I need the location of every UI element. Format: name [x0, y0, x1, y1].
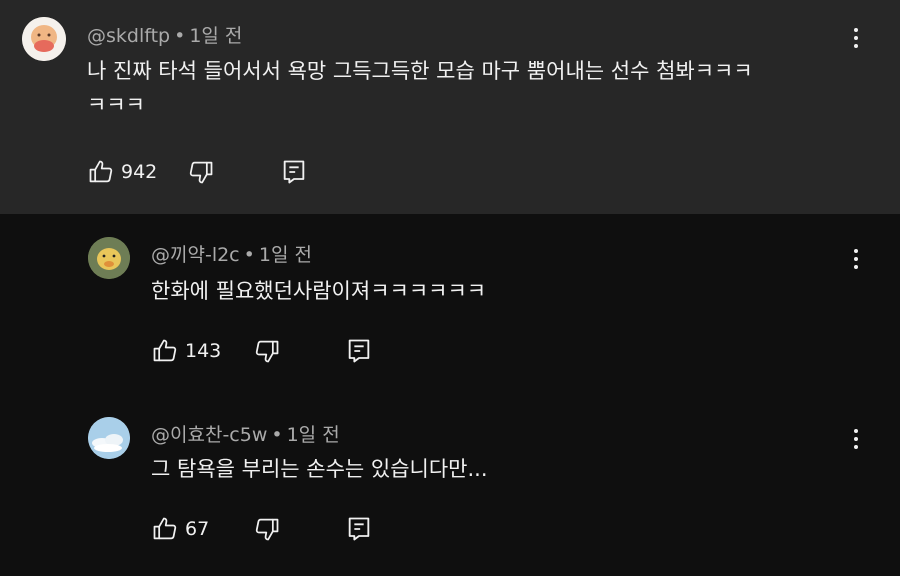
avatar[interactable] — [88, 237, 130, 279]
thumb-down-icon — [253, 515, 281, 543]
author-name[interactable]: @끼약-l2c — [151, 244, 240, 266]
timestamp[interactable]: 1일 전 — [287, 424, 340, 446]
like-button[interactable]: 67 — [151, 515, 209, 543]
comment-text-line: 나 진짜 타석 들어서서 욕망 그득그득한 모습 마구 뿜어내는 선수 첨봐ㅋㅋ… — [87, 59, 753, 83]
thumb-up-icon — [151, 515, 179, 543]
comment-actions: 143 — [151, 337, 391, 367]
comment-actions: 67 — [151, 515, 391, 545]
comment-thread: @skdlftp • 1일 전 나 진짜 타석 들어서서 욕망 그득그득한 모습 마… — [0, 0, 900, 214]
comment-text-line: 한화에 필요했던사람이져ㅋㅋㅋㅋㅋㅋ — [151, 279, 487, 303]
dislike-button[interactable] — [187, 158, 215, 186]
author-name[interactable]: @이효찬-c5w — [151, 424, 267, 446]
reply-comment: @이효찬-c5w • 1일 전 그 탐욕을 부리는 손수는 있습니다만... 67 — [0, 394, 900, 576]
like-button[interactable]: 143 — [151, 337, 221, 365]
reply-icon — [345, 337, 373, 365]
comment-meta: @skdlftp • 1일 전 — [87, 21, 242, 48]
thumb-up-icon — [87, 158, 115, 186]
more-vert-icon[interactable] — [846, 23, 866, 53]
separator: • — [271, 424, 283, 446]
comment-text: 한화에 필요했던사람이져ㅋㅋㅋㅋㅋㅋ — [151, 274, 486, 308]
thumb-down-icon — [187, 158, 215, 186]
reply-button[interactable] — [345, 515, 373, 543]
reply-icon — [280, 158, 308, 186]
more-vert-icon[interactable] — [846, 424, 866, 454]
reply-button[interactable] — [280, 158, 308, 186]
timestamp[interactable]: 1일 전 — [189, 25, 242, 47]
comment-meta: @끼약-l2c • 1일 전 — [151, 240, 312, 267]
reply-icon — [345, 515, 373, 543]
like-button[interactable]: 942 — [87, 158, 157, 186]
comment-actions: 942 — [87, 158, 327, 188]
comment-text-line: 그 탐욕을 부리는 손수는 있습니다만... — [151, 457, 488, 481]
reply-comment: @끼약-l2c • 1일 전 한화에 필요했던사람이져ㅋㅋㅋㅋㅋㅋ 143 — [0, 214, 900, 394]
thumb-up-icon — [151, 337, 179, 365]
comment-text: 그 탐욕을 부리는 손수는 있습니다만... — [151, 452, 488, 486]
dislike-button[interactable] — [253, 515, 281, 543]
author-name[interactable]: @skdlftp — [87, 25, 170, 47]
comment-text: 나 진짜 타석 들어서서 욕망 그득그득한 모습 마구 뿜어내는 선수 첨봐ㅋㅋ… — [87, 54, 753, 122]
reply-button[interactable] — [345, 337, 373, 365]
avatar[interactable] — [88, 417, 130, 459]
avatar[interactable] — [22, 17, 66, 61]
dislike-button[interactable] — [253, 337, 281, 365]
like-count: 67 — [185, 518, 210, 540]
like-count: 942 — [121, 161, 158, 183]
more-vert-icon[interactable] — [846, 244, 866, 274]
like-count: 143 — [185, 340, 222, 362]
comment-meta: @이효찬-c5w • 1일 전 — [151, 420, 340, 447]
thumb-down-icon — [253, 337, 281, 365]
timestamp[interactable]: 1일 전 — [259, 244, 312, 266]
separator: • — [174, 25, 186, 47]
comment-text-line: ㅋㅋㅋ — [87, 93, 145, 117]
separator: • — [243, 244, 255, 266]
